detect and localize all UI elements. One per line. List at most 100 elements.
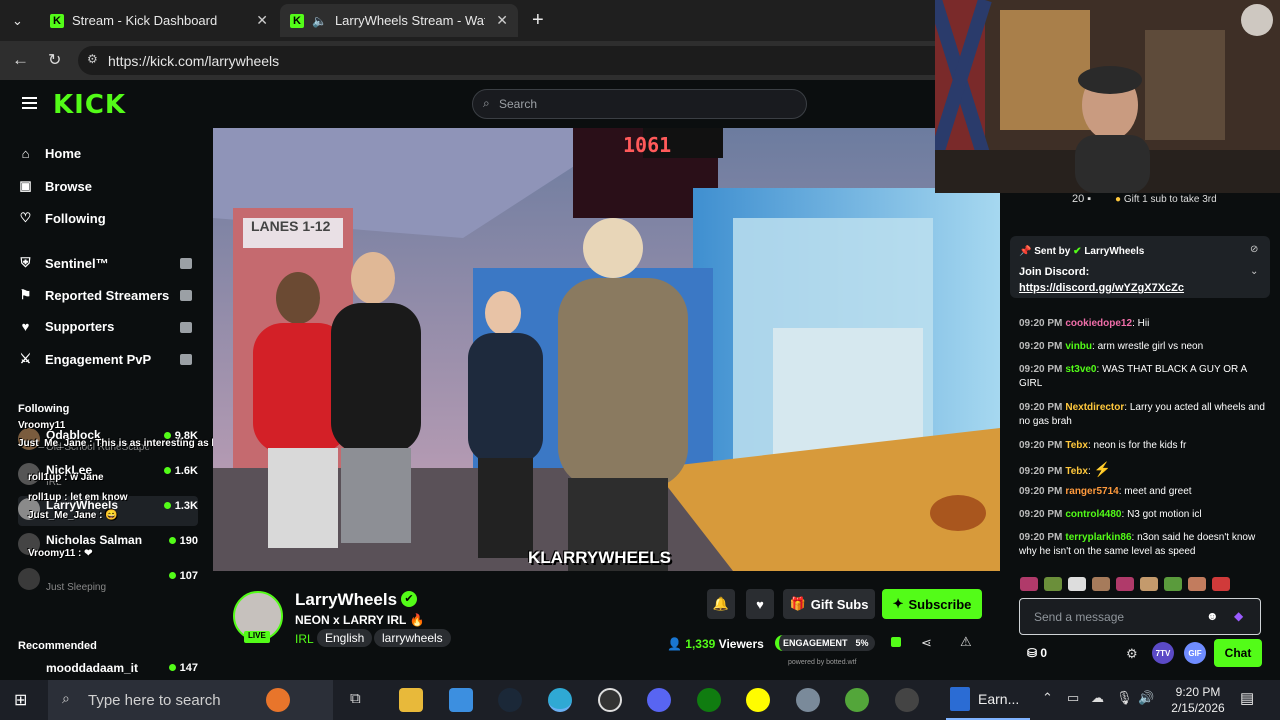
subscribe-button[interactable]: ✦ Subscribe	[882, 589, 982, 619]
tab-kick-dashboard[interactable]: K Stream - Kick Dashboard ✕	[40, 4, 278, 37]
avatar	[18, 568, 40, 590]
kick-logo[interactable]: KICK	[53, 90, 126, 120]
snapchat-icon[interactable]	[746, 688, 770, 712]
app-icon[interactable]	[796, 688, 820, 712]
emote-icon[interactable]	[1140, 577, 1158, 591]
emote-icon[interactable]	[1044, 577, 1062, 591]
chat-input[interactable]: Send a message ☻ ◆	[1019, 598, 1261, 635]
star-icon: ✦	[892, 596, 904, 611]
edge-icon[interactable]	[548, 688, 572, 712]
back-arrow-icon[interactable]: ←	[12, 50, 29, 70]
sidebar-item-home[interactable]: ⌂ Home	[18, 146, 82, 161]
browse-icon: ▣	[19, 178, 32, 193]
app-icon[interactable]	[845, 688, 869, 712]
kick-emote-icon[interactable]: ◆	[1234, 609, 1243, 623]
task-view-icon[interactable]: ⧉	[350, 690, 361, 707]
search-input[interactable]: ⌕ Search	[472, 89, 807, 119]
person-icon: 👤	[667, 637, 682, 651]
sidebar-item-engagement-pvp[interactable]: ⚔ Engagement PvP	[18, 351, 152, 367]
stream-category[interactable]: IRL	[295, 632, 314, 646]
share-icon[interactable]: ⋖	[921, 635, 932, 651]
chat-message: 09:20 PM ranger5714: meet and greet	[1019, 486, 1192, 497]
gift-leaderboard[interactable]: 20 ▪	[1072, 193, 1091, 205]
emote-icon[interactable]	[1068, 577, 1086, 591]
tab-larrywheels-stream[interactable]: K 🔈 LarryWheels Stream - Watch Liv ✕	[280, 4, 518, 37]
stream-video-frame	[213, 128, 1000, 571]
tag-larrywheels[interactable]: larrywheels	[374, 629, 451, 647]
overlay-chat-line: Vroomy11 : ❤	[28, 548, 93, 559]
search-icon: ⌕	[62, 690, 70, 706]
stream-watermark: KLARRYWHEELS	[528, 548, 671, 567]
sidebar-item-reported-streamers[interactable]: ⚑ Reported Streamers	[18, 287, 170, 303]
stream-title: NEON x LARRY IRL 🔥	[295, 613, 425, 627]
taskbar-clock[interactable]: 9:20 PM 2/15/2026	[1168, 684, 1228, 716]
store-icon[interactable]	[449, 688, 473, 712]
tag-english[interactable]: English	[317, 629, 373, 647]
app-icon[interactable]	[895, 688, 919, 712]
gif-icon[interactable]: GIF	[1184, 642, 1206, 664]
recommended-heading: Recommended	[18, 640, 97, 652]
file-explorer-icon[interactable]	[399, 688, 423, 712]
channel-points[interactable]: ⛁ 0	[1027, 646, 1047, 660]
hide-pin-icon[interactable]: ⊘	[1250, 244, 1258, 255]
webcam-video-frame	[935, 0, 1280, 193]
report-icon[interactable]: ⚠	[960, 634, 972, 650]
sidebar-item-supporters[interactable]: ♥ Supporters	[18, 319, 115, 334]
botted-icon[interactable]	[891, 637, 901, 647]
reload-icon[interactable]: ↻	[48, 50, 61, 70]
follow-heart-button[interactable]: ♥	[746, 589, 774, 619]
pinned-message[interactable]: 📌 Sent by ✔ LarryWheels Join Discord: ht…	[1010, 236, 1270, 298]
speaker-icon[interactable]: 🔈	[312, 14, 327, 28]
menu-icon[interactable]	[22, 97, 37, 109]
url-field[interactable]: ⚙ https://kick.com/larrywheels	[78, 46, 948, 75]
notification-icon[interactable]: ▤	[1240, 689, 1254, 707]
chevron-down-icon[interactable]: ⌄	[1250, 266, 1258, 277]
volume-icon[interactable]: 🔊	[1138, 690, 1154, 706]
7tv-icon[interactable]: 7TV	[1152, 642, 1174, 664]
sidebar-item-following[interactable]: ♡ Following	[18, 210, 106, 226]
close-tab-icon[interactable]: ✕	[496, 12, 508, 29]
discord-link[interactable]: https://discord.gg/wYZgX7XcZc	[1019, 282, 1184, 294]
discord-icon[interactable]	[647, 688, 671, 712]
xbox-icon[interactable]	[697, 688, 721, 712]
emoji-icon[interactable]: ☻	[1206, 609, 1219, 623]
video-player[interactable]: LANES 1-12 1061 KLARRYWHEELS	[213, 128, 1000, 571]
shield-icon: ⛨	[20, 255, 31, 270]
chat-send-button[interactable]: Chat	[1214, 639, 1262, 667]
chat-message: 09:20 PM cookiedope12: Hii	[1019, 318, 1150, 329]
gift-icon: 🎁	[789, 596, 806, 611]
chevron-up-icon[interactable]: ⌃	[1042, 690, 1053, 706]
streamer-name[interactable]: LarryWheels	[295, 590, 397, 610]
overlay-chat-line: Just_Me_Jane : 😄	[28, 510, 118, 521]
emote-icon[interactable]	[1020, 577, 1038, 591]
engagement-meter: ENGAGEMENT 5%	[775, 635, 875, 651]
taskbar-search-input[interactable]: ⌕ Type here to search	[48, 680, 333, 720]
emote-icon[interactable]	[1188, 577, 1206, 591]
windows-start-icon[interactable]: ⊞	[14, 690, 27, 710]
emote-icon[interactable]	[1092, 577, 1110, 591]
steam-icon[interactable]	[498, 688, 522, 712]
emote-icon[interactable]	[1212, 577, 1230, 591]
site-info-icon[interactable]: ⚙	[87, 52, 98, 66]
notification-bell-button[interactable]: 🔔	[707, 589, 735, 619]
close-tab-icon[interactable]: ✕	[256, 12, 268, 29]
emote-icon[interactable]	[1116, 577, 1134, 591]
mod-icon	[180, 354, 192, 365]
emote-icon[interactable]	[1164, 577, 1182, 591]
kick-favicon-icon: K	[290, 13, 304, 28]
sidebar-item-browse[interactable]: ▣ Browse	[18, 178, 92, 194]
sidebar-item-sentinel[interactable]: ⛨ Sentinel™	[18, 255, 109, 271]
new-tab-button[interactable]: +	[522, 4, 554, 37]
tab-list-button[interactable]: ⌄	[2, 4, 36, 37]
recommended-channel[interactable]: mooddadaam_it 147	[18, 658, 198, 678]
bell-icon: 🔔	[712, 596, 730, 611]
taskbar-app-document[interactable]: Earn...	[946, 680, 1030, 720]
settings-gear-icon[interactable]: ⚙	[1126, 646, 1138, 662]
battery-icon[interactable]: ▭	[1067, 690, 1079, 706]
cloud-icon[interactable]: ☁	[1091, 690, 1104, 706]
obs-icon[interactable]	[598, 688, 622, 712]
microphone-icon[interactable]: 🎙	[1116, 690, 1133, 706]
gift-icon: ●	[1115, 194, 1122, 205]
gift-subs-button[interactable]: 🎁 Gift Subs	[783, 589, 875, 619]
followed-channel[interactable]: Just Sleeping 107	[18, 566, 198, 596]
